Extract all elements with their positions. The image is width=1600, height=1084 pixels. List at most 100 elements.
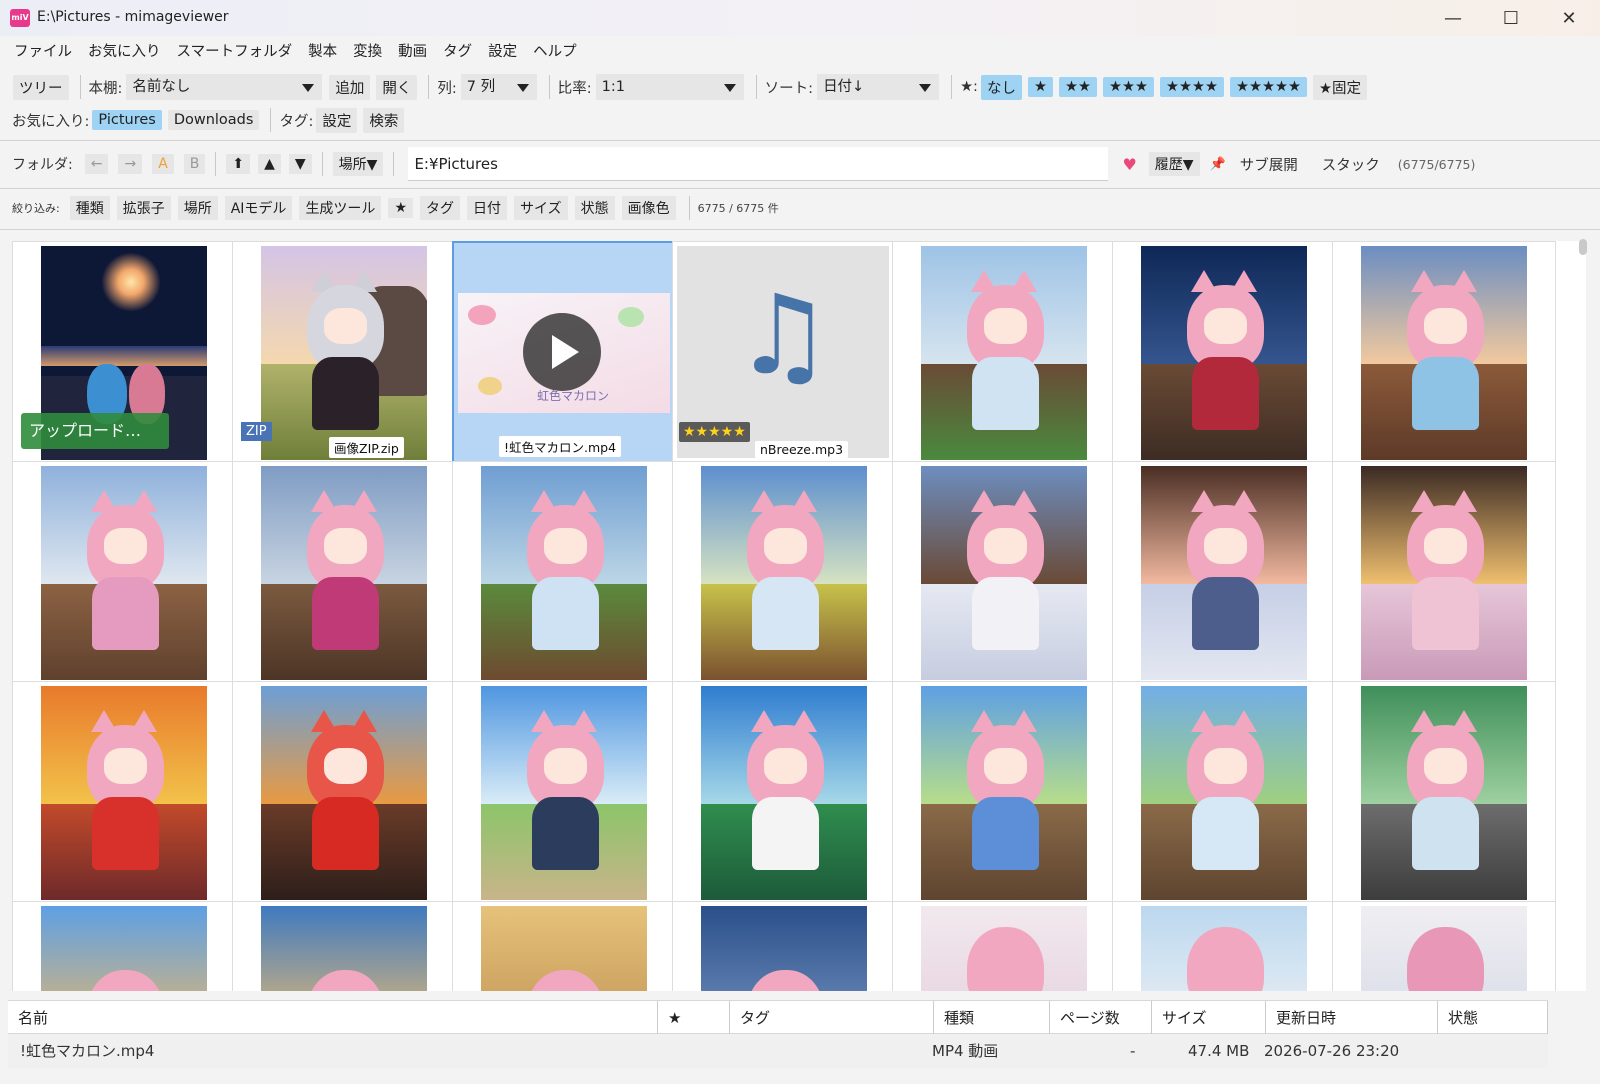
thumbnail-cell[interactable] bbox=[232, 681, 456, 905]
minimize-icon[interactable]: — bbox=[1424, 0, 1482, 36]
star-filter-1[interactable]: ★ bbox=[1027, 77, 1053, 97]
thumbnail-cell[interactable]: アップロード… bbox=[12, 241, 236, 465]
columns-select[interactable]: 7 列 bbox=[460, 74, 537, 100]
column-star[interactable]: ★ bbox=[658, 1001, 730, 1035]
filter-star[interactable]: ★ bbox=[388, 198, 413, 218]
star-filter-4[interactable]: ★★★★ bbox=[1159, 77, 1224, 97]
star-filter-2[interactable]: ★★ bbox=[1058, 77, 1097, 97]
tag-search-button[interactable]: 検索 bbox=[363, 107, 405, 133]
filter-color[interactable]: 画像色 bbox=[621, 196, 676, 220]
thumbnail-cell[interactable] bbox=[1112, 901, 1336, 991]
open-button[interactable]: 開く bbox=[376, 74, 418, 100]
divider bbox=[0, 188, 1600, 189]
top-folder-button[interactable]: ⬆ bbox=[226, 154, 251, 174]
pin-icon[interactable]: 📌 bbox=[1210, 157, 1226, 172]
menu-smart-folder[interactable]: スマートフォルダ bbox=[169, 40, 301, 61]
video-caption: !虹色マカロン.mp4 bbox=[499, 436, 622, 457]
menu-settings[interactable]: 設定 bbox=[480, 40, 525, 61]
filter-date[interactable]: 日付 bbox=[467, 196, 507, 220]
thumbnail-cell[interactable] bbox=[1332, 241, 1556, 465]
favorite-pictures[interactable]: Pictures bbox=[92, 110, 162, 130]
filter-size[interactable]: サイズ bbox=[514, 196, 568, 220]
menu-tag[interactable]: タグ bbox=[435, 40, 480, 61]
back-button[interactable]: ← bbox=[84, 154, 109, 174]
shelf-select[interactable]: 名前なし bbox=[126, 74, 323, 100]
thumbnail-cell[interactable] bbox=[232, 901, 456, 991]
menu-binding[interactable]: 製本 bbox=[300, 40, 345, 61]
thumbnail-cell[interactable] bbox=[232, 461, 456, 685]
thumbnail-cell[interactable] bbox=[892, 241, 1116, 465]
star-filter-5[interactable]: ★★★★★ bbox=[1229, 77, 1307, 97]
thumbnail-cell[interactable]: ZIP 画像ZIP.zip bbox=[232, 241, 456, 465]
sort-select[interactable]: 日付↓ bbox=[817, 74, 940, 100]
thumbnail-cell[interactable] bbox=[892, 461, 1116, 685]
filter-ai-model[interactable]: AIモデル bbox=[224, 196, 293, 220]
thumbnail-cell[interactable] bbox=[1332, 901, 1556, 991]
column-size[interactable]: サイズ bbox=[1152, 1001, 1266, 1035]
row-kind: MP4 動画 bbox=[932, 1042, 999, 1060]
columns-label: 列: bbox=[437, 80, 457, 97]
thumbnail-cell[interactable] bbox=[672, 681, 896, 905]
grid-scrollbar[interactable] bbox=[1576, 241, 1586, 991]
forward-button[interactable]: → bbox=[118, 154, 143, 174]
thumbnail-cell[interactable] bbox=[892, 681, 1116, 905]
grid-scroll-thumb[interactable] bbox=[1579, 239, 1587, 255]
column-modified[interactable]: 更新日時 bbox=[1266, 1001, 1438, 1035]
star-fixed-button[interactable]: ★固定 bbox=[1312, 74, 1367, 100]
filter-status[interactable]: 状態 bbox=[574, 196, 615, 220]
filter-label: 絞り込み: bbox=[12, 202, 60, 215]
thumbnail-cell[interactable] bbox=[452, 901, 676, 991]
thumbnail-cell[interactable]: ♫ nBreeze.mp3 ★★★★★ bbox=[672, 241, 896, 465]
thumbnail-cell[interactable] bbox=[1112, 461, 1336, 685]
tree-button[interactable]: ツリー bbox=[13, 74, 69, 100]
filter-gen-tool[interactable]: 生成ツール bbox=[299, 196, 382, 220]
thumbnail-cell[interactable] bbox=[1112, 681, 1336, 905]
thumbnail-cell[interactable] bbox=[12, 681, 236, 905]
menu-video[interactable]: 動画 bbox=[390, 40, 435, 61]
filter-kind[interactable]: 種類 bbox=[69, 196, 110, 220]
menu-favorites[interactable]: お気に入り bbox=[80, 40, 169, 61]
ratio-select[interactable]: 1:1 bbox=[595, 74, 744, 100]
column-kind[interactable]: 種類 bbox=[934, 1001, 1050, 1035]
menu-file[interactable]: ファイル bbox=[6, 40, 80, 61]
thumbnail-cell[interactable] bbox=[1332, 461, 1556, 685]
menu-help[interactable]: ヘルプ bbox=[525, 40, 585, 61]
history-button[interactable]: 履歴▼ bbox=[1148, 152, 1200, 176]
filter-extension[interactable]: 拡張子 bbox=[116, 196, 171, 220]
list-row[interactable]: !虹色マカロン.mp4 MP4 動画 - 47.4 MB 2026-07-26 … bbox=[8, 1034, 1548, 1068]
column-name[interactable]: 名前 bbox=[8, 1001, 658, 1035]
column-status[interactable]: 状態 bbox=[1438, 1001, 1548, 1035]
filter-tag[interactable]: タグ bbox=[420, 196, 460, 220]
stack-button[interactable]: スタック bbox=[1322, 154, 1380, 175]
thumbnail-cell[interactable] bbox=[12, 461, 236, 685]
star-filter-none[interactable]: なし bbox=[980, 74, 1022, 100]
thumbnail-cell[interactable] bbox=[892, 901, 1116, 991]
favorite-downloads[interactable]: Downloads bbox=[167, 110, 260, 130]
thumbnail-cell[interactable] bbox=[452, 681, 676, 905]
thumbnail-cell[interactable] bbox=[672, 901, 896, 991]
heart-icon[interactable]: ♥ bbox=[1122, 155, 1136, 174]
thumbnail-cell[interactable] bbox=[1112, 241, 1336, 465]
thumbnail-cell[interactable]: 虹色マカロン !虹色マカロン.mp4 bbox=[452, 241, 676, 465]
up-button[interactable]: ▲ bbox=[258, 154, 281, 174]
thumbnail-cell[interactable] bbox=[672, 461, 896, 685]
mark-b-button[interactable]: B bbox=[183, 154, 206, 174]
place-button[interactable]: 場所▼ bbox=[332, 152, 384, 176]
mark-a-button[interactable]: A bbox=[152, 154, 174, 174]
star-filter-3[interactable]: ★★★ bbox=[1102, 77, 1154, 97]
play-icon[interactable] bbox=[523, 313, 601, 391]
maximize-icon[interactable]: ☐ bbox=[1482, 0, 1540, 36]
filter-place[interactable]: 場所 bbox=[177, 196, 218, 220]
thumbnail-cell[interactable] bbox=[452, 461, 676, 685]
path-input[interactable]: E:¥Pictures bbox=[408, 147, 1109, 181]
menu-convert[interactable]: 変換 bbox=[345, 40, 390, 61]
thumbnail-cell[interactable] bbox=[12, 901, 236, 991]
close-icon[interactable]: ✕ bbox=[1540, 0, 1598, 36]
add-button[interactable]: 追加 bbox=[329, 74, 371, 100]
column-tag[interactable]: タグ bbox=[730, 1001, 934, 1035]
column-pages[interactable]: ページ数 bbox=[1050, 1001, 1152, 1035]
down-button[interactable]: ▼ bbox=[288, 154, 312, 174]
sub-expand-button[interactable]: サブ展開 bbox=[1240, 154, 1298, 175]
tag-settings-button[interactable]: 設定 bbox=[316, 107, 358, 133]
thumbnail-cell[interactable] bbox=[1332, 681, 1556, 905]
